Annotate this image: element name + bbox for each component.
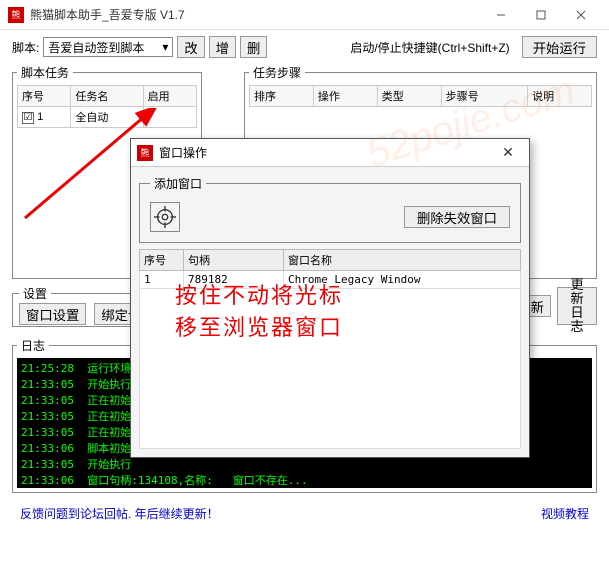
col-stepno: 步骤号 — [441, 86, 528, 107]
steps-legend: 任务步骤 — [249, 64, 305, 81]
window-title: 熊猫脚本助手_吾爱专版 V1.7 — [30, 6, 481, 23]
crosshair-icon — [154, 206, 176, 228]
window-titlebar: 熊 熊猫脚本助手_吾爱专版 V1.7 — [0, 0, 609, 30]
row-checkbox[interactable]: ☑ — [22, 112, 34, 124]
add-window-fieldset: 添加窗口 删除失效窗口 — [139, 175, 521, 243]
window-list-table[interactable]: 序号 句柄 窗口名称 1 789182 Chrome Legacy Window — [139, 249, 521, 289]
table-row[interactable]: 1 789182 Chrome Legacy Window — [140, 271, 521, 289]
steps-table[interactable]: 排序 操作 类型 步骤号 说明 — [249, 85, 592, 107]
settings-legend: 设置 — [19, 285, 51, 302]
col-handle: 句柄 — [184, 250, 284, 271]
hotkey-label: 启动/停止快捷键(Ctrl+Shift+Z) — [350, 39, 509, 56]
col-idx: 序号 — [140, 250, 184, 271]
add-window-legend: 添加窗口 — [150, 175, 206, 192]
start-button[interactable]: 开始运行 — [522, 36, 597, 58]
dialog-titlebar[interactable]: 熊 窗口操作 ✕ — [131, 139, 529, 167]
tasks-legend: 脚本任务 — [17, 64, 73, 81]
col-order: 排序 — [250, 86, 314, 107]
window-op-dialog: 熊 窗口操作 ✕ 添加窗口 删除失效窗口 序号 句柄 窗口名称 1 789182… — [130, 138, 530, 458]
crosshair-picker[interactable] — [150, 202, 180, 232]
minimize-button[interactable] — [481, 1, 521, 29]
toolbar: 脚本: 吾爱自动签到脚本 改 增 删 启动/停止快捷键(Ctrl+Shift+Z… — [0, 30, 609, 64]
footer: 反馈问题到论坛回帖. 年后继续更新！ 视频教程 — [0, 497, 609, 530]
delete-button[interactable]: 删 — [240, 36, 267, 58]
feedback-link[interactable]: 反馈问题到论坛回帖. 年后继续更新！ — [20, 505, 219, 522]
close-button[interactable] — [561, 1, 601, 29]
tasks-table[interactable]: 序号 任务名 启用 ☑ 1 全自动 — [17, 85, 197, 128]
add-button[interactable]: 增 — [209, 36, 236, 58]
col-type: 类型 — [377, 86, 441, 107]
refresh-log-button[interactable]: 更新日志 — [557, 287, 597, 325]
edit-button[interactable]: 改 — [177, 36, 204, 58]
script-select[interactable]: 吾爱自动签到脚本 — [43, 37, 173, 57]
col-desc: 说明 — [528, 86, 592, 107]
dialog-close-button[interactable]: ✕ — [493, 144, 523, 161]
window-settings-button[interactable]: 窗口设置 — [19, 303, 86, 325]
app-icon: 熊 — [8, 7, 24, 23]
col-enable: 启用 — [143, 86, 196, 107]
video-link[interactable]: 视频教程 — [541, 505, 589, 522]
col-name: 任务名 — [71, 86, 143, 107]
window-list-empty-area — [139, 289, 521, 449]
table-row[interactable]: ☑ 1 全自动 — [18, 107, 197, 128]
dialog-title: 窗口操作 — [159, 144, 207, 161]
maximize-button[interactable] — [521, 1, 561, 29]
remove-invalid-button[interactable]: 删除失效窗口 — [404, 206, 510, 228]
dialog-icon: 熊 — [137, 145, 153, 161]
script-label: 脚本: — [12, 39, 39, 56]
col-op: 操作 — [313, 86, 377, 107]
script-select-value: 吾爱自动签到脚本 — [48, 39, 144, 56]
col-winname: 窗口名称 — [284, 250, 521, 271]
col-idx: 序号 — [18, 86, 71, 107]
log-legend: 日志 — [17, 337, 49, 354]
